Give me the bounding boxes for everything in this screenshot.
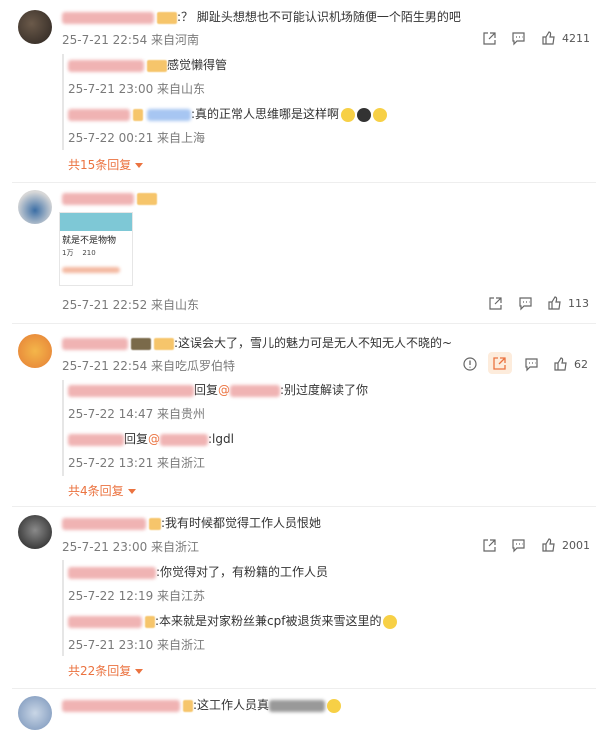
username[interactable]	[147, 108, 191, 121]
badge-icon	[157, 11, 177, 24]
reply-text: 回复@:别过度解读了你	[68, 382, 368, 398]
image-caption: 就是不是物物	[62, 236, 117, 246]
username[interactable]	[68, 108, 130, 121]
divider	[12, 182, 596, 183]
badge-icon	[147, 59, 167, 72]
comment-text	[62, 190, 157, 206]
badge-icon	[183, 699, 193, 712]
comment-icon[interactable]	[511, 31, 526, 46]
username[interactable]	[62, 337, 128, 350]
reply-bar	[62, 560, 64, 656]
reply-text: :本来就是对家粉丝兼cpf被退货来雪这里的	[68, 613, 398, 629]
comment-meta: 25-7-21 22:52 来自山东	[62, 298, 200, 312]
divider	[12, 323, 596, 324]
reply-text: 回复@:lgdl	[68, 431, 234, 447]
username[interactable]	[68, 433, 124, 446]
share-icon[interactable]	[488, 296, 503, 311]
badge-icon	[145, 615, 155, 628]
comment-icon[interactable]	[524, 357, 539, 372]
reply-bar	[62, 54, 64, 150]
comment-image[interactable]: 就是不是物物 1万 210	[59, 212, 133, 286]
username[interactable]	[160, 433, 209, 446]
badge-icon	[154, 337, 174, 350]
comment-text: :这工作人员真	[62, 697, 342, 713]
reply-bar	[62, 380, 64, 476]
badge-icon	[149, 517, 161, 530]
like-count: 113	[568, 297, 589, 310]
mention[interactable]: @	[148, 432, 160, 446]
reply-meta: 25-7-22 13:21 来自浙江	[68, 456, 206, 470]
more-replies-link[interactable]: 共22条回复	[68, 662, 143, 679]
laugh-emoji-icon	[327, 698, 342, 713]
comment-text: :？ 脚趾头想想也不可能认识机场随便一个陌生男的吧	[62, 9, 461, 25]
like-count: 62	[574, 358, 588, 371]
more-replies-link[interactable]: 共4条回复	[68, 482, 136, 499]
smile-emoji-icon	[341, 107, 356, 122]
comment-meta: 25-7-21 23:00 来自浙江	[62, 540, 200, 554]
divider	[12, 506, 596, 507]
username[interactable]	[68, 59, 144, 72]
like-icon[interactable]	[541, 537, 556, 552]
comment-text: :我有时候都觉得工作人员恨她	[62, 515, 321, 531]
avatar[interactable]	[18, 334, 52, 368]
avatar[interactable]	[18, 190, 52, 224]
username[interactable]	[62, 517, 146, 530]
avatar[interactable]	[18, 515, 52, 549]
username[interactable]	[62, 192, 134, 205]
smile-emoji-icon	[373, 107, 388, 122]
reply-meta: 25-7-22 12:19 来自江苏	[68, 589, 206, 603]
comment-icon[interactable]	[518, 296, 533, 311]
username[interactable]	[68, 615, 142, 628]
share-icon[interactable]	[482, 538, 497, 553]
username[interactable]	[230, 384, 281, 397]
comment-icon[interactable]	[511, 538, 526, 553]
badge-icon	[131, 337, 151, 350]
blurred-text	[269, 699, 326, 712]
reply-meta: 25-7-22 00:21 来自上海	[68, 131, 206, 145]
avatar[interactable]	[18, 696, 52, 730]
like-count: 4211	[562, 32, 590, 45]
reply-text: :你觉得对了，有粉籍的工作人员	[68, 564, 328, 580]
username[interactable]	[68, 566, 156, 579]
username[interactable]	[62, 699, 180, 712]
more-replies-link[interactable]: 共15条回复	[68, 156, 143, 173]
smile-emoji-icon	[383, 614, 398, 629]
comment-meta: 25-7-21 22:54 来自河南	[62, 33, 200, 47]
ghost-emoji-icon	[357, 107, 372, 122]
reply-meta: 25-7-21 23:10 来自浙江	[68, 638, 206, 652]
reply-text: 感觉懒得管	[68, 57, 227, 73]
username[interactable]	[62, 11, 154, 24]
mention[interactable]: @	[218, 383, 230, 397]
reply-meta: 25-7-21 23:00 来自山东	[68, 82, 206, 96]
badge-icon	[133, 108, 143, 121]
image-blur	[62, 267, 120, 273]
like-icon[interactable]	[553, 356, 568, 371]
reply-text: :真的正常人思维哪是这样啊	[68, 106, 388, 122]
share-icon[interactable]	[482, 31, 497, 46]
divider	[12, 688, 596, 689]
like-count: 2001	[562, 539, 590, 552]
like-icon[interactable]	[541, 30, 556, 45]
username[interactable]	[68, 384, 194, 397]
comment-meta: 25-7-21 22:54 来自吃瓜罗伯特	[62, 359, 236, 373]
avatar[interactable]	[18, 10, 52, 44]
reply-meta: 25-7-22 14:47 来自贵州	[68, 407, 206, 421]
badge-icon	[137, 192, 157, 205]
like-icon[interactable]	[547, 295, 562, 310]
report-icon[interactable]	[463, 357, 477, 371]
share-icon[interactable]	[492, 356, 507, 371]
comment-text: :这误会大了，雪儿的魅力可是无人不知无人不晓的~	[62, 335, 452, 351]
image-stats: 1万 210	[62, 249, 96, 257]
